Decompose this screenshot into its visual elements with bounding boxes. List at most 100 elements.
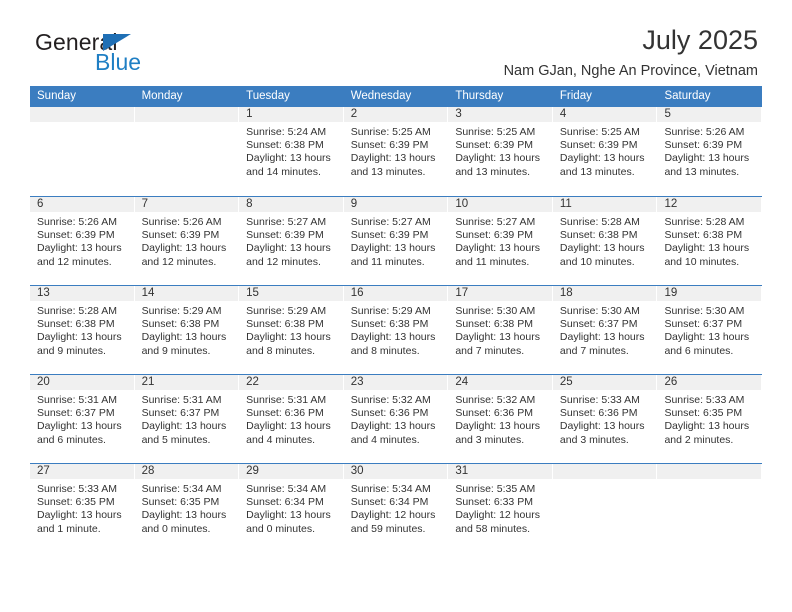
calendar-day-cell[interactable]: 11 Sunrise: 5:28 AM Sunset: 6:38 PM Dayligh… <box>552 197 658 285</box>
calendar-day-cell[interactable]: 24 Sunrise: 5:32 AM Sunset: 6:36 PM Dayligh… <box>448 375 553 463</box>
calendar-grid: Sunday Monday Tuesday Wednesday Thursday… <box>30 86 763 552</box>
sunset-text: Sunset: 6:34 PM <box>246 496 324 509</box>
daylight-text: Daylight: 13 hours and 14 minutes. <box>246 152 331 178</box>
day-number-band: 20 <box>30 375 134 390</box>
calendar-day-cell[interactable]: 22 Sunrise: 5:31 AM Sunset: 6:36 PM Dayligh… <box>239 375 344 463</box>
daylight-text: Daylight: 13 hours and 5 minutes. <box>141 420 227 446</box>
sunset-text: Sunset: 6:39 PM <box>141 229 220 242</box>
sunset-text: Sunset: 6:36 PM <box>350 407 429 420</box>
day-number: 23 <box>350 376 364 388</box>
sunset-text: Sunset: 6:39 PM <box>37 229 115 242</box>
daylight-text: Daylight: 13 hours and 7 minutes. <box>559 331 645 357</box>
sunrise-text: Sunrise: 5:25 AM <box>455 126 536 138</box>
day-number-band: 13 <box>30 286 134 301</box>
day-number-band: 25 <box>552 375 657 390</box>
day-number-band: 23 <box>343 375 448 390</box>
general-blue-logo[interactable]: General Blue <box>35 30 245 76</box>
daylight-text: Daylight: 13 hours and 4 minutes. <box>246 420 331 446</box>
calendar-day-cell[interactable]: 27 Sunrise: 5:33 AM Sunset: 6:35 PM Dayligh… <box>30 464 135 552</box>
calendar-day-cell[interactable]: 10 Sunrise: 5:27 AM Sunset: 6:39 PM Dayligh… <box>448 197 553 285</box>
day-details: Sunrise: 5:32 AM Sunset: 6:36 PM Daylight:… <box>448 390 553 447</box>
calendar-day-cell[interactable]: 18 Sunrise: 5:30 AM Sunset: 6:37 PM Dayligh… <box>552 286 658 374</box>
calendar-day-cell[interactable]: 29 Sunrise: 5:34 AM Sunset: 6:34 PM Dayligh… <box>239 464 344 552</box>
calendar-day-cell[interactable]: 6 Sunrise: 5:26 AM Sunset: 6:39 PM Daylight… <box>30 197 135 285</box>
day-details: Sunrise: 5:31 AM Sunset: 6:37 PM Daylight:… <box>135 390 240 447</box>
calendar-day-cell[interactable]: 12 Sunrise: 5:28 AM Sunset: 6:38 PM Dayligh… <box>657 197 763 285</box>
day-number: 21 <box>141 376 155 388</box>
day-number: 11 <box>559 198 572 210</box>
daylight-text: Daylight: 13 hours and 0 minutes. <box>141 509 227 535</box>
day-number: 31 <box>455 465 469 477</box>
calendar-day-cell[interactable]: 26 Sunrise: 5:33 AM Sunset: 6:35 PM Dayligh… <box>657 375 763 463</box>
sunrise-text: Sunrise: 5:29 AM <box>141 305 222 317</box>
day-details: Sunrise: 5:28 AM Sunset: 6:38 PM Daylight:… <box>657 212 762 269</box>
calendar-day-cell[interactable]: 19 Sunrise: 5:30 AM Sunset: 6:37 PM Dayligh… <box>657 286 763 374</box>
calendar-day-cell[interactable]: 20 Sunrise: 5:31 AM Sunset: 6:37 PM Dayligh… <box>30 375 135 463</box>
calendar-day-cell[interactable]: 5 Sunrise: 5:26 AM Sunset: 6:39 PM Daylight… <box>657 107 763 196</box>
sunset-text: Sunset: 6:34 PM <box>350 496 429 509</box>
calendar-day-cell[interactable]: 15 Sunrise: 5:29 AM Sunset: 6:38 PM Dayligh… <box>239 286 344 374</box>
calendar-day-cell[interactable]: 30 Sunrise: 5:34 AM Sunset: 6:34 PM Dayligh… <box>343 464 449 552</box>
calendar-day-cell[interactable]: 1 Sunrise: 5:24 AM Sunset: 6:38 PM Daylight… <box>239 107 344 196</box>
day-number-band: 10 <box>448 197 552 212</box>
sunrise-text: Sunrise: 5:28 AM <box>37 305 117 317</box>
title-block: July 2025 Nam GJan, Nghe An Province, Vi… <box>504 24 758 80</box>
sunset-text: Sunset: 6:37 PM <box>559 318 638 331</box>
sunrise-text: Sunrise: 5:27 AM <box>455 216 536 228</box>
day-number-band: 6 <box>30 197 134 212</box>
calendar-day-cell[interactable]: 8 Sunrise: 5:27 AM Sunset: 6:39 PM Daylight… <box>239 197 344 285</box>
daylight-text: Daylight: 13 hours and 9 minutes. <box>141 331 227 357</box>
sunrise-text: Sunrise: 5:30 AM <box>664 305 745 317</box>
day-number-band: 16 <box>343 286 448 301</box>
day-number: 18 <box>559 287 573 299</box>
day-number-band: 8 <box>239 197 343 212</box>
day-details: Sunrise: 5:33 AM Sunset: 6:35 PM Daylight:… <box>30 479 135 536</box>
calendar-day-cell[interactable]: 23 Sunrise: 5:32 AM Sunset: 6:36 PM Dayligh… <box>343 375 449 463</box>
weekday-header-tuesday: Tuesday <box>246 90 290 102</box>
daylight-text: Daylight: 13 hours and 2 minutes. <box>664 420 750 446</box>
weekday-header-row: Sunday Monday Tuesday Wednesday Thursday… <box>30 86 762 107</box>
sunrise-text: Sunrise: 5:26 AM <box>141 216 222 228</box>
day-details: Sunrise: 5:28 AM Sunset: 6:38 PM Daylight:… <box>30 301 135 358</box>
sunrise-text: Sunrise: 5:29 AM <box>350 305 431 317</box>
sunset-text: Sunset: 6:38 PM <box>246 139 324 152</box>
calendar-day-cell[interactable]: 2 Sunrise: 5:25 AM Sunset: 6:39 PM Daylight… <box>343 107 449 196</box>
day-details: Sunrise: 5:26 AM Sunset: 6:39 PM Daylight:… <box>657 122 762 179</box>
calendar-day-cell[interactable]: 16 Sunrise: 5:29 AM Sunset: 6:38 PM Dayligh… <box>343 286 449 374</box>
sunset-text: Sunset: 6:33 PM <box>455 496 533 509</box>
calendar-day-cell[interactable]: 25 Sunrise: 5:33 AM Sunset: 6:36 PM Dayligh… <box>552 375 658 463</box>
day-details: Sunrise: 5:27 AM Sunset: 6:39 PM Daylight:… <box>448 212 553 269</box>
day-number-band: 5 <box>657 107 762 122</box>
calendar-day-cell[interactable]: 3 Sunrise: 5:25 AM Sunset: 6:39 PM Daylight… <box>448 107 553 196</box>
day-number: 29 <box>246 465 259 477</box>
sunset-text: Sunset: 6:38 PM <box>37 318 115 331</box>
calendar-day-cell[interactable]: 7 Sunrise: 5:26 AM Sunset: 6:39 PM Daylight… <box>134 197 240 285</box>
calendar-day-cell[interactable]: 4 Sunrise: 5:25 AM Sunset: 6:39 PM Daylight… <box>552 107 658 196</box>
sunset-text: Sunset: 6:39 PM <box>455 229 533 242</box>
calendar-day-cell-empty <box>552 464 658 552</box>
day-number: 12 <box>664 198 678 210</box>
sunrise-text: Sunrise: 5:34 AM <box>141 483 222 495</box>
calendar-day-cell[interactable]: 21 Sunrise: 5:31 AM Sunset: 6:37 PM Dayligh… <box>134 375 240 463</box>
daylight-text: Daylight: 13 hours and 13 minutes. <box>350 152 436 178</box>
calendar-week-row: 20 Sunrise: 5:31 AM Sunset: 6:37 PM Dayligh… <box>30 374 763 463</box>
day-details: Sunrise: 5:26 AM Sunset: 6:39 PM Daylight:… <box>30 212 135 269</box>
weekday-header-monday: Monday <box>141 90 183 102</box>
calendar-day-cell[interactable]: 13 Sunrise: 5:28 AM Sunset: 6:38 PM Dayligh… <box>30 286 135 374</box>
sunrise-text: Sunrise: 5:29 AM <box>246 305 327 317</box>
day-number: 3 <box>455 108 462 120</box>
calendar-day-cell[interactable]: 31 Sunrise: 5:35 AM Sunset: 6:33 PM Dayligh… <box>448 464 553 552</box>
sunrise-text: Sunrise: 5:28 AM <box>559 216 640 228</box>
daylight-text: Daylight: 12 hours and 58 minutes. <box>455 509 540 535</box>
calendar-day-cell[interactable]: 28 Sunrise: 5:34 AM Sunset: 6:35 PM Dayligh… <box>134 464 240 552</box>
calendar-day-cell-empty <box>657 464 763 552</box>
calendar-day-cell[interactable]: 14 Sunrise: 5:29 AM Sunset: 6:38 PM Dayligh… <box>134 286 240 374</box>
day-number: 6 <box>37 198 44 210</box>
page-subtitle: Nam GJan, Nghe An Province, Vietnam <box>503 63 758 79</box>
calendar-day-cell[interactable]: 9 Sunrise: 5:27 AM Sunset: 6:39 PM Daylight… <box>343 197 449 285</box>
sunrise-text: Sunrise: 5:35 AM <box>455 483 536 495</box>
daylight-text: Daylight: 13 hours and 10 minutes. <box>664 242 750 268</box>
calendar-day-cell[interactable]: 17 Sunrise: 5:30 AM Sunset: 6:38 PM Dayligh… <box>448 286 553 374</box>
day-details: Sunrise: 5:34 AM Sunset: 6:35 PM Daylight:… <box>135 479 240 536</box>
sunrise-text: Sunrise: 5:24 AM <box>246 126 327 138</box>
